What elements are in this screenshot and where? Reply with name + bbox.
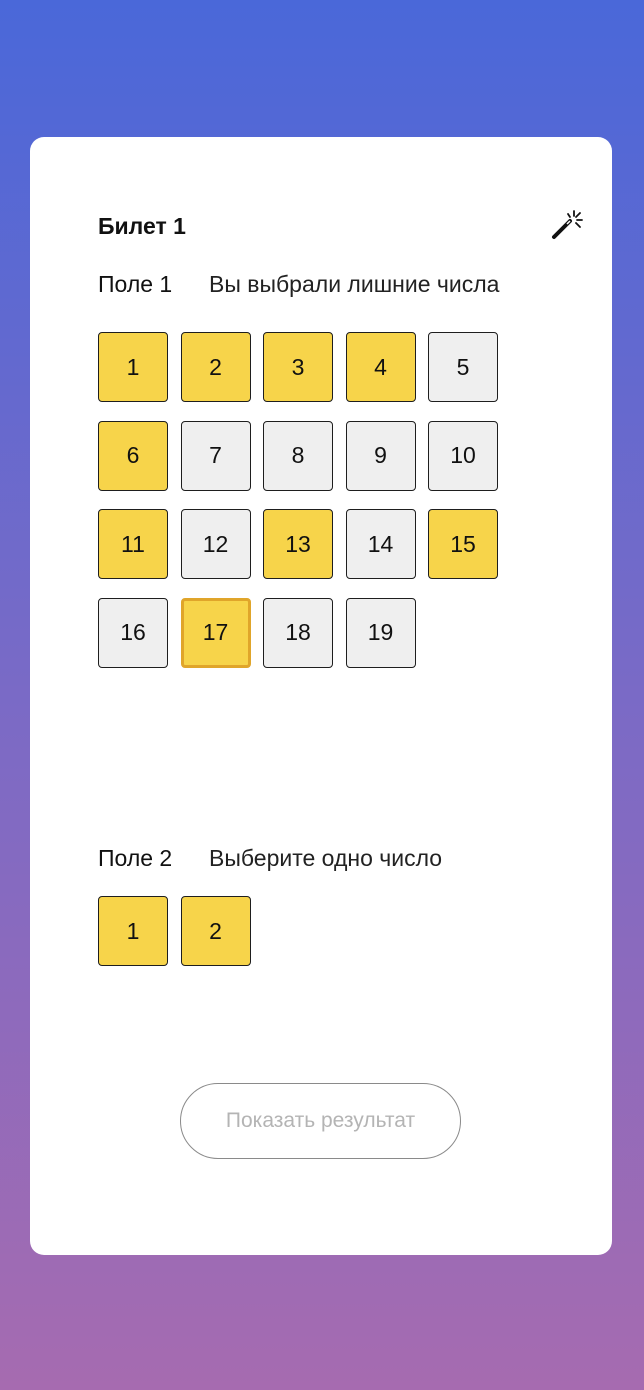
number-cell[interactable]: 5 <box>428 332 498 402</box>
number-cell[interactable]: 4 <box>345 332 416 402</box>
number-cell[interactable]: 12 <box>180 509 251 579</box>
number-cell[interactable]: 1 <box>98 332 168 402</box>
number-cell[interactable]: 7 <box>180 420 251 491</box>
field2-hint: Выберите одно число <box>209 845 443 871</box>
field1-header: Поле 1 Вы выбрали лишние числа <box>98 271 499 298</box>
field2-header: Поле 2 Выберите одно число <box>98 845 442 872</box>
number-cell[interactable]: 17 <box>180 597 251 668</box>
field1-hint: Вы выбрали лишние числа <box>209 271 500 297</box>
number-cell[interactable]: 19 <box>345 597 416 668</box>
number-cell[interactable]: 18 <box>263 597 333 668</box>
number-cell[interactable]: 2 <box>180 896 251 966</box>
number-cell[interactable]: 8 <box>263 420 333 491</box>
show-result-button[interactable]: Показать результат <box>180 1083 461 1159</box>
number-cell[interactable]: 11 <box>98 509 168 579</box>
number-cell[interactable]: 15 <box>428 509 498 579</box>
number-cell[interactable]: 10 <box>428 420 498 491</box>
number-cell[interactable]: 3 <box>263 332 333 402</box>
auto-fill-button[interactable] <box>548 205 586 243</box>
number-cell[interactable]: 1 <box>98 896 168 966</box>
field2-label: Поле 2 <box>98 845 173 871</box>
field1-number-grid: 1 2 3 4 5 6 7 8 9 10 11 12 13 14 15 16 17 18 19 <box>98 332 498 668</box>
number-cell[interactable]: 2 <box>180 332 251 402</box>
field1-label: Поле 1 <box>98 271 173 297</box>
magic-wand-icon <box>552 210 583 239</box>
number-cell[interactable]: 6 <box>98 420 168 491</box>
number-cell[interactable]: 9 <box>345 420 416 491</box>
number-cell[interactable]: 14 <box>345 509 416 579</box>
number-cell[interactable]: 16 <box>98 597 168 668</box>
field2-number-grid: 12 <box>98 896 498 966</box>
number-cell[interactable]: 13 <box>263 509 333 579</box>
ticket-title: Билет 1 <box>98 213 186 239</box>
ticket-card: Билет 1 Поле 1 Вы выбрали лишние числа 1… <box>30 137 612 1255</box>
